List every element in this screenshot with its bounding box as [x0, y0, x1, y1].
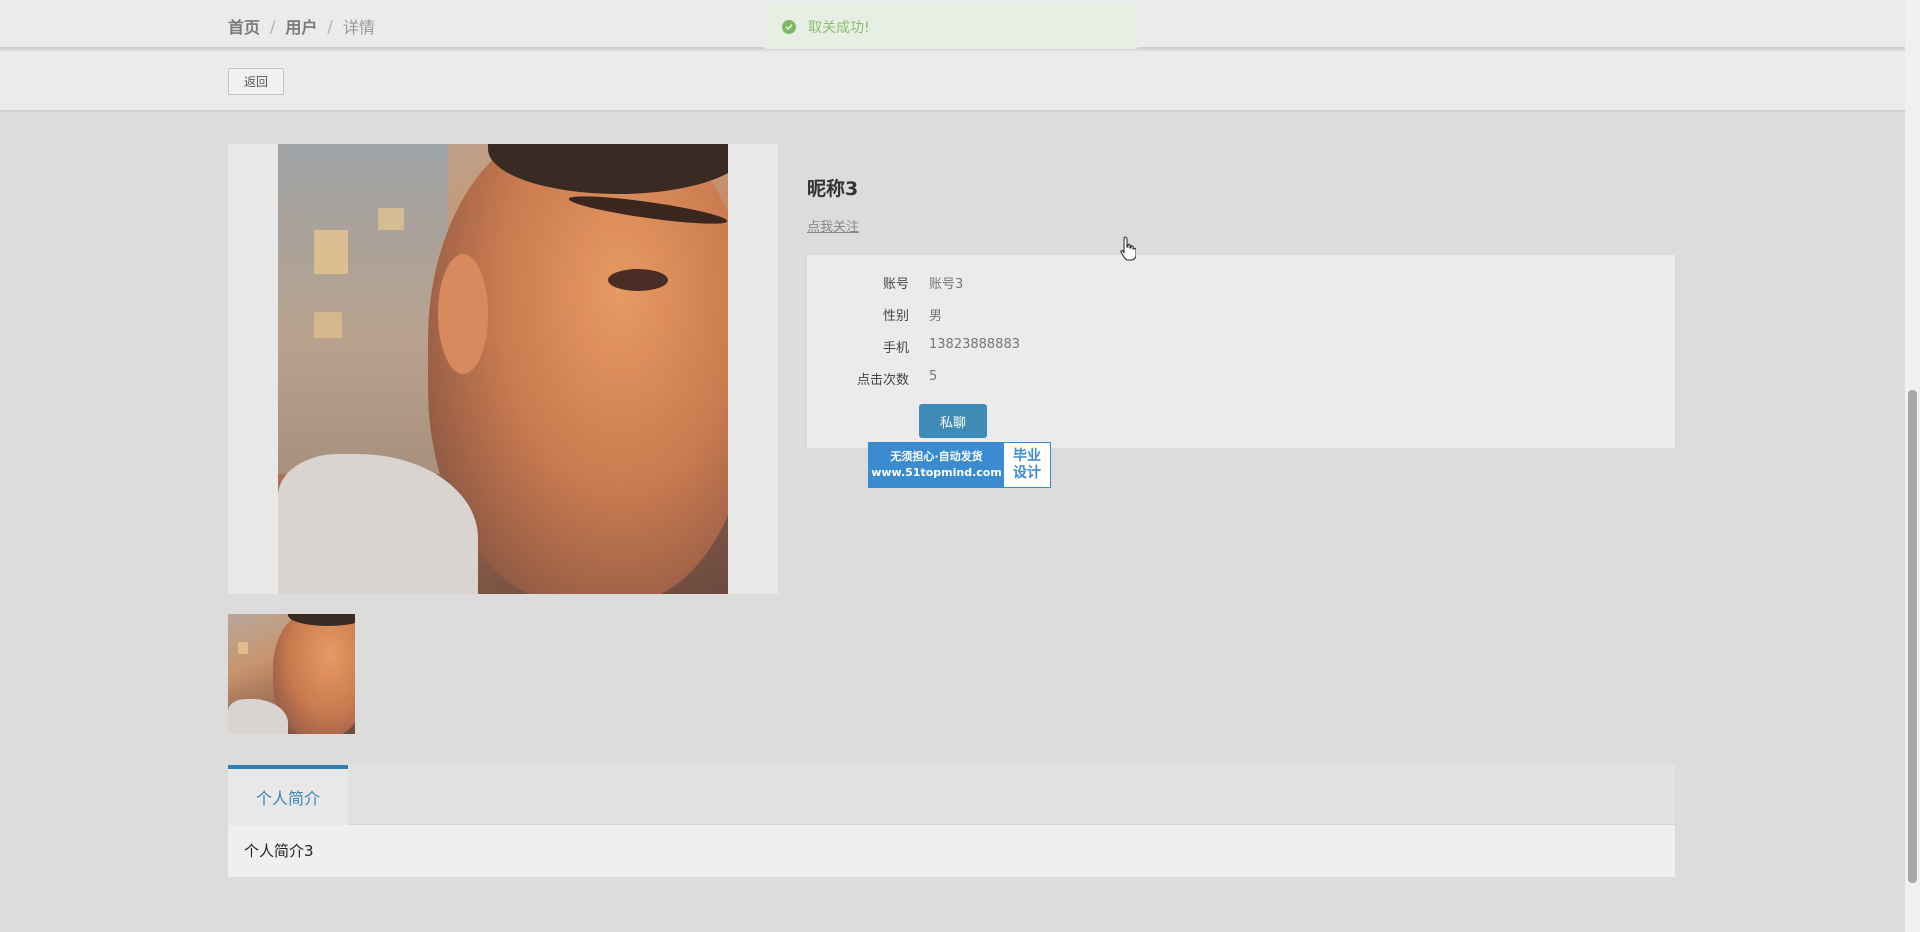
info-value: 男 [929, 309, 943, 324]
watermark-right2: 设计 [1013, 465, 1041, 481]
info-label: 手机 [882, 341, 909, 356]
follow-link[interactable]: 点我关注 [807, 216, 859, 235]
detail-tabs: 个人简介 个人简介3 [228, 765, 1675, 877]
breadcrumb: 首页 / 用户 / 详情 [228, 14, 375, 38]
info-value: 5 [929, 369, 938, 384]
breadcrumb-separator: / [327, 16, 333, 36]
info-value: 13823888883 [929, 337, 1020, 352]
toast-message: 取关成功! [808, 19, 870, 36]
tab-header: 个人简介 [228, 765, 1675, 825]
breadcrumb-separator: / [270, 16, 276, 36]
user-photo [278, 144, 728, 594]
info-row-gender: 性别 男 [807, 305, 942, 325]
toast-notification: 取关成功! [764, 4, 1138, 49]
watermark-right1: 毕业 [1013, 448, 1041, 464]
main-image-container [228, 144, 778, 594]
breadcrumb-current: 详情 [342, 18, 375, 37]
breadcrumb-users[interactable]: 用户 [285, 14, 317, 38]
scrollbar-thumb[interactable] [1908, 390, 1917, 883]
user-nickname: 昵称3 [807, 178, 859, 200]
info-label: 账号 [882, 277, 909, 292]
private-chat-button[interactable]: 私聊 [919, 404, 987, 438]
tab-content-bio: 个人简介3 [228, 825, 1675, 877]
info-row-phone: 手机 13823888883 [807, 337, 1020, 357]
action-bar: 返回 [0, 51, 1905, 112]
hand-cursor-icon [1120, 236, 1136, 261]
tab-bio[interactable]: 个人简介 [228, 765, 348, 825]
watermark-line2: www.51topmind.com [871, 466, 1002, 479]
info-row-clicks: 点击次数 5 [807, 369, 937, 389]
check-circle-icon [782, 19, 796, 34]
user-info-panel: 账号 账号3 性别 男 手机 13823888883 点击次数 5 私聊 [807, 255, 1675, 448]
info-row-account: 账号 账号3 [807, 273, 963, 293]
back-button[interactable]: 返回 [228, 68, 284, 95]
info-label: 性别 [882, 309, 909, 324]
photo-thumbnail[interactable] [228, 614, 355, 734]
watermark-badge: 无须担心·自动发货 www.51topmind.com 毕业 设计 [868, 442, 1051, 488]
breadcrumb-home[interactable]: 首页 [228, 14, 260, 38]
watermark-line1: 无须担心·自动发货 [890, 450, 983, 463]
info-value: 账号3 [929, 277, 964, 292]
info-label: 点击次数 [856, 373, 909, 388]
